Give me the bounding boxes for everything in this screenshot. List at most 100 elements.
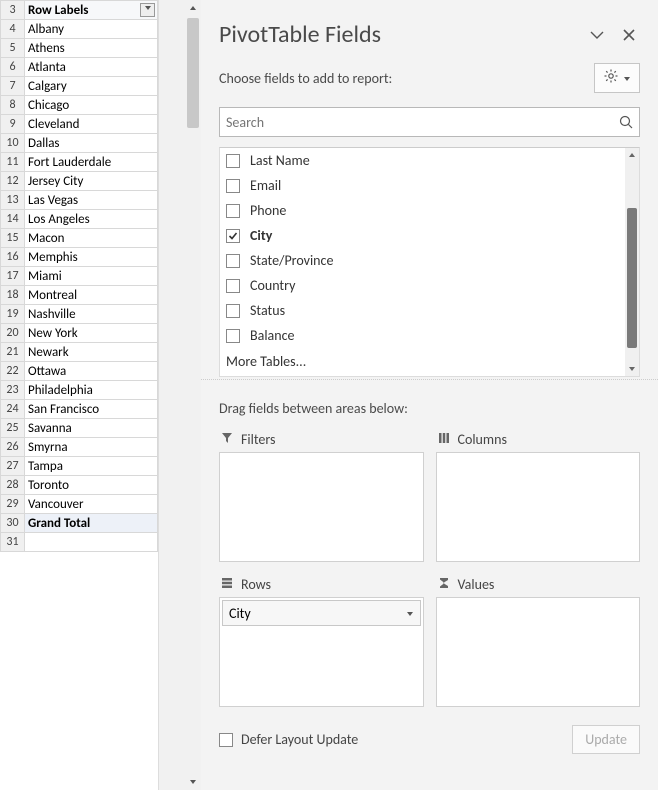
field-checkbox[interactable] (226, 304, 240, 318)
cell[interactable]: Tampa (25, 457, 158, 476)
cell[interactable]: Atlanta (25, 58, 158, 77)
row-number[interactable]: 5 (1, 39, 25, 58)
field-item[interactable]: Status (220, 298, 639, 323)
row-number[interactable]: 29 (1, 495, 25, 514)
search-input-wrapper[interactable] (219, 107, 640, 137)
field-item[interactable]: Last Name (220, 148, 639, 173)
vertical-scrollbar[interactable] (159, 0, 201, 790)
cell[interactable]: Miami (25, 267, 158, 286)
cell[interactable]: Savanna (25, 419, 158, 438)
row-number[interactable]: 7 (1, 77, 25, 96)
fields-scrollbar[interactable] (625, 148, 639, 376)
cell[interactable]: Athens (25, 39, 158, 58)
field-checkbox[interactable] (226, 229, 240, 243)
values-area[interactable]: Values (436, 572, 641, 707)
row-number[interactable]: 30 (1, 514, 25, 533)
area-field-item[interactable]: City (222, 600, 421, 626)
scroll-thumb[interactable] (187, 18, 199, 128)
cell[interactable]: Albany (25, 20, 158, 39)
field-checkbox[interactable] (226, 279, 240, 293)
row-number[interactable]: 22 (1, 362, 25, 381)
row-number[interactable]: 11 (1, 153, 25, 172)
update-button[interactable]: Update (572, 725, 640, 754)
cell[interactable]: Calgary (25, 77, 158, 96)
field-item[interactable]: Balance (220, 323, 639, 348)
cell[interactable]: Nashville (25, 305, 158, 324)
row-number[interactable]: 24 (1, 400, 25, 419)
row-number[interactable]: 10 (1, 134, 25, 153)
row-number[interactable]: 19 (1, 305, 25, 324)
field-checkbox[interactable] (226, 254, 240, 268)
chevron-down-icon[interactable] (406, 605, 414, 622)
cell[interactable]: Newark (25, 343, 158, 362)
defer-layout-checkbox[interactable] (219, 733, 233, 747)
field-item[interactable]: Phone (220, 198, 639, 223)
row-number[interactable]: 4 (1, 20, 25, 39)
field-item[interactable]: Country (220, 273, 639, 298)
cell[interactable]: Jersey City (25, 172, 158, 191)
cell[interactable]: San Francisco (25, 400, 158, 419)
row-number[interactable]: 28 (1, 476, 25, 495)
scroll-down-icon[interactable] (185, 774, 201, 790)
cell[interactable]: Row Labels (25, 1, 158, 20)
row-number[interactable]: 18 (1, 286, 25, 305)
scroll-down-icon[interactable] (625, 362, 639, 376)
row-number[interactable]: 25 (1, 419, 25, 438)
row-number[interactable]: 23 (1, 381, 25, 400)
row-number[interactable]: 13 (1, 191, 25, 210)
filters-area[interactable]: Filters (219, 427, 424, 562)
cell[interactable]: New York (25, 324, 158, 343)
field-item[interactable]: Email (220, 173, 639, 198)
row-number[interactable]: 26 (1, 438, 25, 457)
cell[interactable]: Memphis (25, 248, 158, 267)
row-number[interactable]: 15 (1, 229, 25, 248)
tools-button[interactable] (594, 63, 640, 93)
worksheet[interactable]: 3Row Labels4Albany5Athens6Atlanta7Calgar… (0, 0, 159, 790)
search-icon[interactable] (613, 114, 639, 130)
cell[interactable]: Chicago (25, 96, 158, 115)
cell[interactable]: Fort Lauderdale (25, 153, 158, 172)
cell[interactable]: Cleveland (25, 115, 158, 134)
scroll-thumb[interactable] (627, 208, 637, 348)
cell[interactable]: Toronto (25, 476, 158, 495)
field-item[interactable]: State/Province (220, 248, 639, 273)
row-number[interactable]: 27 (1, 457, 25, 476)
row-number[interactable]: 9 (1, 115, 25, 134)
cell[interactable]: Los Angeles (25, 210, 158, 229)
columns-area[interactable]: Columns (436, 427, 641, 562)
cell[interactable]: Grand Total (25, 514, 158, 533)
rows-area[interactable]: Rows City (219, 572, 424, 707)
row-number[interactable]: 16 (1, 248, 25, 267)
scroll-up-icon[interactable] (185, 0, 201, 16)
fields-list[interactable]: Last NameEmailPhoneCityState/ProvinceCou… (219, 147, 640, 377)
close-icon[interactable] (618, 24, 640, 46)
row-number[interactable]: 20 (1, 324, 25, 343)
cell[interactable]: Macon (25, 229, 158, 248)
field-item[interactable]: City (220, 223, 639, 248)
cell[interactable]: Smyrna (25, 438, 158, 457)
cell[interactable] (25, 533, 158, 552)
collapse-icon[interactable] (586, 24, 608, 46)
row-number[interactable]: 17 (1, 267, 25, 286)
field-checkbox[interactable] (226, 154, 240, 168)
row-number[interactable]: 14 (1, 210, 25, 229)
field-checkbox[interactable] (226, 204, 240, 218)
cell[interactable]: Ottawa (25, 362, 158, 381)
cell[interactable]: Las Vegas (25, 191, 158, 210)
search-input[interactable] (220, 114, 613, 131)
field-checkbox[interactable] (226, 179, 240, 193)
row-number[interactable]: 3 (1, 1, 25, 20)
more-tables-link[interactable]: More Tables... (220, 348, 639, 374)
row-number[interactable]: 21 (1, 343, 25, 362)
cell[interactable]: Montreal (25, 286, 158, 305)
filter-dropdown-button[interactable] (140, 3, 155, 17)
row-number[interactable]: 12 (1, 172, 25, 191)
row-number[interactable]: 8 (1, 96, 25, 115)
scroll-up-icon[interactable] (625, 148, 639, 162)
cell[interactable]: Dallas (25, 134, 158, 153)
row-number[interactable]: 6 (1, 58, 25, 77)
cell[interactable]: Philadelphia (25, 381, 158, 400)
cell[interactable]: Vancouver (25, 495, 158, 514)
field-checkbox[interactable] (226, 329, 240, 343)
row-number[interactable]: 31 (1, 533, 25, 552)
